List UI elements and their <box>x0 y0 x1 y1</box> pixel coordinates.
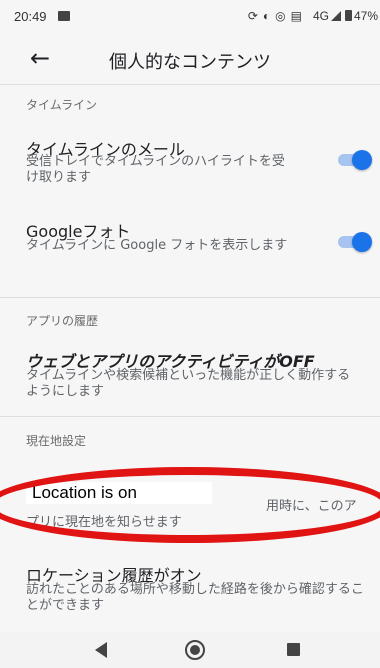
status-misc-icons: ⟳◐◎▤ <box>247 9 307 23</box>
section-header-timeline: タイムライン <box>26 98 98 112</box>
status-time: 20:49 <box>14 9 47 24</box>
toggle-thumb <box>352 232 372 252</box>
battery-level: 47% <box>353 9 378 23</box>
square-recent-icon[interactable] <box>287 643 300 656</box>
page-title: 個人的なコンテンツ <box>109 52 271 73</box>
divider <box>0 84 380 85</box>
message-notification-icon <box>58 11 70 21</box>
signal-icon <box>330 11 341 21</box>
network-type: 4G <box>312 9 329 23</box>
toggle-thumb <box>352 150 372 170</box>
section-header-location: 現在地設定 <box>26 434 87 448</box>
timeline-email-subtitle: 受信トレイでタイムラインのハイライトを受け取ります <box>26 154 285 185</box>
web-app-activity-row[interactable]: ウェブとアプリのアクティビティがOFF タイムラインや検索候補といった機能が正し… <box>0 344 380 404</box>
web-app-activity-subtitle: タイムラインや検索候補といった機能が正しく動作するようにします <box>26 368 351 399</box>
google-photos-toggle[interactable] <box>336 232 372 252</box>
google-photos-row[interactable]: Googleフォト タイムラインに Google フォトを表示します <box>0 214 380 286</box>
location-history-subtitle: 訪れたことのある場所や移動した経路を後から確認することができます <box>26 582 364 613</box>
triangle-back-icon[interactable] <box>95 642 107 658</box>
timeline-email-toggle[interactable] <box>336 150 372 170</box>
section-header-app-history: アプリの履歴 <box>26 314 99 328</box>
divider <box>0 297 380 298</box>
circle-home-icon[interactable] <box>185 640 205 660</box>
battery-icon <box>344 10 352 21</box>
google-photos-subtitle: タイムラインに Google フォトを表示します <box>26 238 288 253</box>
app-bar: ← 個人的なコンテンツ <box>0 34 380 84</box>
location-history-row[interactable]: ロケーション履歴がオン 訪れたことのある場所や移動した経路を後から確認することが… <box>0 556 380 626</box>
annotation-ellipse <box>0 467 380 543</box>
timeline-email-row[interactable]: タイムラインのメール 受信トレイでタイムラインのハイライトを受け取ります <box>0 128 380 200</box>
status-bar: 20:49 ⟳◐◎▤ 4G 47% <box>0 0 380 34</box>
status-icons-area: ⟳◐◎▤ 4G 47% <box>248 9 378 23</box>
divider <box>0 416 380 417</box>
system-nav-bar <box>0 632 380 668</box>
